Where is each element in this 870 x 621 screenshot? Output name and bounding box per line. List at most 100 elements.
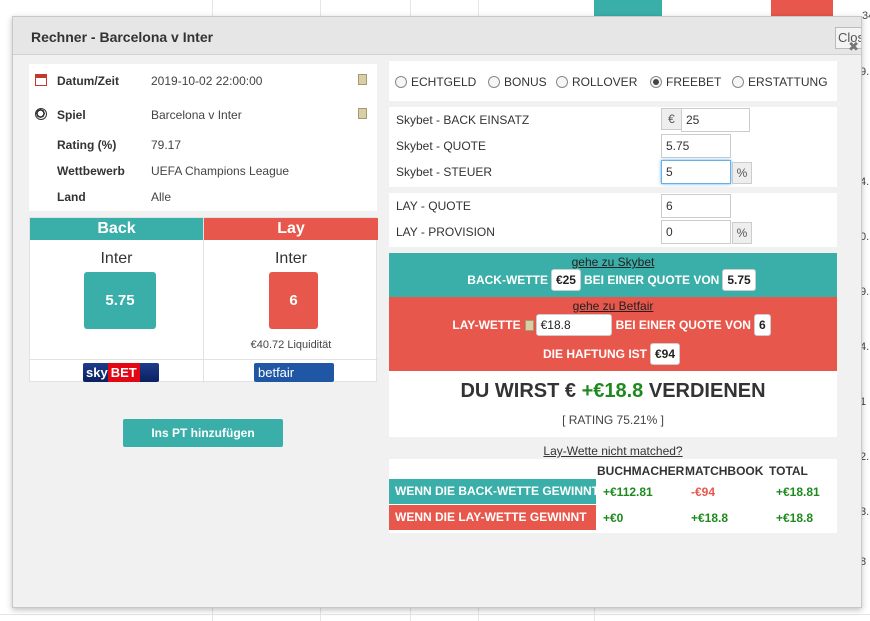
result-rating: [ RATING 75.21% ] <box>562 413 664 427</box>
back-odds-button[interactable]: 5.75 <box>84 272 156 329</box>
back-odds-label: Skybet - QUOTE <box>396 139 487 153</box>
lay-not-matched-link[interactable]: Lay-Wette nicht matched? <box>389 444 837 458</box>
background-number: 340. <box>862 10 870 22</box>
goto-betfair-link[interactable]: gehe zu Betfair <box>389 299 837 313</box>
betfair-logo[interactable]: betfair <box>254 363 334 382</box>
column-header: MATCHBOOK <box>685 464 764 478</box>
back-stake-row: Skybet - BACK EINSATZ € <box>389 107 837 133</box>
lay-odds-row: LAY - QUOTE <box>389 193 837 219</box>
skybet-logo[interactable]: sky BET <box>83 363 159 382</box>
radio-label: ERSTATTUNG <box>748 75 828 89</box>
at-odds-label: BEI EINER QUOTE VON <box>615 318 751 332</box>
info-label: Land <box>57 190 86 204</box>
radio-dot[interactable] <box>556 76 568 88</box>
lay-footer: betfair <box>204 359 378 383</box>
radio-rollover[interactable]: ROLLOVER <box>556 75 637 89</box>
row-label: WENN DIE LAY-WETTE GEWINNT <box>389 505 596 530</box>
tax-row: Skybet - STEUER % <box>389 159 837 185</box>
bet-type-selector: ECHTGELD BONUS ROLLOVER FREEBET ERSTATTU… <box>389 61 837 101</box>
back-team: Inter <box>100 250 133 267</box>
info-value: UEFA Champions League <box>151 164 290 178</box>
commission-label: LAY - PROVISION <box>396 225 495 239</box>
back-stake-chip: €25 <box>550 269 581 291</box>
percent-suffix: % <box>732 222 752 244</box>
info-row-rating: Rating (%) 79.17 <box>29 138 377 158</box>
profit-table: BUCHMACHER MATCHBOOK TOTAL WENN DIE BACK… <box>389 459 837 533</box>
goto-skybet-link[interactable]: gehe zu Skybet <box>389 255 837 269</box>
result-box: DU WIRST € +€18.8 VERDIENEN [ RATING 75.… <box>389 371 837 437</box>
liability-label: DIE HAFTUNG IST <box>542 347 647 361</box>
clipboard-icon[interactable] <box>524 319 534 331</box>
radio-dot[interactable] <box>395 76 407 88</box>
lay-form: LAY - QUOTE LAY - PROVISION % <box>389 193 837 247</box>
lay-column: Lay Inter 6 €40.72 Liquidität betfair <box>204 218 378 383</box>
back-footer: sky BET <box>30 359 203 383</box>
copy-icon[interactable] <box>358 74 367 85</box>
lay-odds-input[interactable] <box>661 194 731 218</box>
radio-erstattung[interactable]: ERSTATTUNG <box>732 75 828 89</box>
modal-title: Rechner - Barcelona v Inter <box>31 29 214 45</box>
lay-bet-line: LAY-WETTE €18.8 BEI EINER QUOTE VON 6 <box>389 314 837 336</box>
info-value: Alle <box>151 190 172 204</box>
back-stake-input[interactable] <box>681 108 750 132</box>
table-row: WENN DIE BACK-WETTE GEWINNT +€112.81 -€9… <box>389 479 837 504</box>
modal-header: Rechner - Barcelona v Inter Close ✖ <box>13 17 861 55</box>
lay-odds-button[interactable]: 6 <box>269 272 318 329</box>
add-to-pt-button[interactable]: Ins PT hinzufügen <box>123 419 283 447</box>
radio-dot[interactable] <box>732 76 744 88</box>
background-red-cell <box>771 0 833 16</box>
back-column: Back Inter 5.75 sky BET <box>30 218 204 383</box>
back-odds-row: Skybet - QUOTE <box>389 133 837 159</box>
result-prefix: DU WIRST € <box>460 380 576 402</box>
radio-freebet[interactable]: FREEBET <box>650 75 721 89</box>
grid-line <box>0 614 870 615</box>
at-odds-label: BEI EINER QUOTE VON <box>583 273 720 287</box>
result-suffix: VERDIENEN <box>648 380 766 402</box>
result-profit: +€18.8 <box>581 380 644 402</box>
copy-icon[interactable] <box>358 108 367 119</box>
radio-dot-selected[interactable] <box>650 76 662 88</box>
radio-label: FREEBET <box>666 75 722 89</box>
column-header: BUCHMACHER <box>597 464 685 478</box>
lay-instruction-box: gehe zu Betfair LAY-WETTE €18.8 BEI EINE… <box>389 297 837 371</box>
match-info-panel: Datum/Zeit 2019-10-02 22:00:00 Spiel Bar… <box>29 64 377 211</box>
row-label: WENN DIE BACK-WETTE GEWINNT <box>389 479 599 504</box>
commission-row: LAY - PROVISION % <box>389 219 837 245</box>
bookmaker-value: +€0 <box>603 511 624 525</box>
liability-chip: €94 <box>649 343 681 365</box>
back-bet-label: BACK-WETTE <box>467 273 548 287</box>
info-value: Barcelona v Inter <box>151 108 242 122</box>
info-value: 2019-10-02 22:00:00 <box>151 74 263 88</box>
radio-label: ROLLOVER <box>572 75 638 89</box>
tax-input[interactable] <box>661 160 731 184</box>
back-bet-line: BACK-WETTE €25 BEI EINER QUOTE VON 5.75 <box>389 269 837 291</box>
info-row-country: Land Alle <box>29 190 377 210</box>
info-row-competition: Wettbewerb UEFA Champions League <box>29 164 377 184</box>
result-headline: DU WIRST € +€18.8 VERDIENEN <box>389 380 837 403</box>
lay-stake-field[interactable]: €18.8 <box>535 314 612 336</box>
back-form: Skybet - BACK EINSATZ € Skybet - QUOTE S… <box>389 107 837 187</box>
percent-suffix: % <box>732 162 752 184</box>
lay-bet-label: LAY-WETTE <box>452 318 521 332</box>
lay-header: Lay <box>204 218 378 240</box>
radio-label: ECHTGELD <box>411 75 477 89</box>
bookmaker-value: +€112.81 <box>603 485 653 499</box>
info-label: Spiel <box>57 108 86 122</box>
radio-bonus[interactable]: BONUS <box>488 75 547 89</box>
radio-echtgeld[interactable]: ECHTGELD <box>395 75 476 89</box>
back-stake-label: Skybet - BACK EINSATZ <box>396 113 530 127</box>
lay-odds-label: LAY - QUOTE <box>396 199 471 213</box>
commission-input[interactable] <box>661 220 731 244</box>
back-instruction-box: gehe zu Skybet BACK-WETTE €25 BEI EINER … <box>389 253 837 297</box>
back-odds-input[interactable] <box>661 134 731 158</box>
radio-dot[interactable] <box>488 76 500 88</box>
info-value: 79.17 <box>151 138 182 152</box>
calculator-modal: Rechner - Barcelona v Inter Close ✖ Datu… <box>12 16 862 608</box>
close-x-icon[interactable]: ✖ <box>848 39 859 55</box>
column-header: TOTAL <box>769 464 808 478</box>
matchbook-value: -€94 <box>691 485 716 499</box>
lay-odds-chip: 6 <box>753 314 771 336</box>
liability-line: DIE HAFTUNG IST €94 <box>389 343 837 365</box>
calendar-icon <box>35 74 47 86</box>
table-row: WENN DIE LAY-WETTE GEWINNT +€0 +€18.8 +€… <box>389 505 837 530</box>
